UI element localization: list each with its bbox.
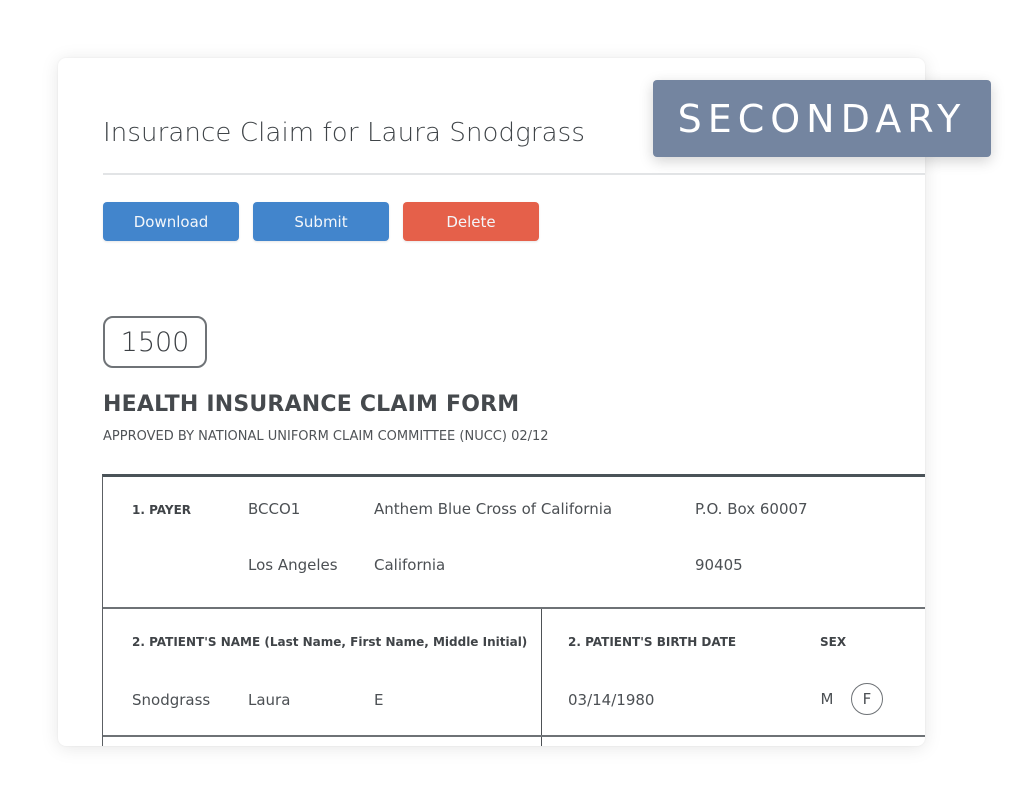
claim-card: Insurance Claim for Laura Snodgrass Down… — [58, 58, 925, 746]
payer-zip[interactable]: 90405 — [695, 556, 743, 574]
patient-last-name[interactable]: Snodgrass — [132, 691, 210, 709]
form-number-badge: 1500 — [103, 316, 207, 368]
payer-name[interactable]: Anthem Blue Cross of California — [374, 500, 612, 518]
row-divider — [103, 735, 925, 737]
payer-label: 1. PAYER — [132, 503, 192, 517]
birth-date-value[interactable]: 03/14/1980 — [568, 691, 654, 709]
column-divider — [541, 609, 542, 746]
submit-button[interactable]: Submit — [253, 202, 389, 241]
download-button[interactable]: Download — [103, 202, 239, 241]
birth-date-label: 2. PATIENT'S BIRTH DATE — [568, 635, 737, 649]
payer-code[interactable]: BCCO1 — [248, 500, 300, 518]
title-divider — [103, 173, 925, 175]
form-subheading: APPROVED BY NATIONAL UNIFORM CLAIM COMMI… — [103, 429, 549, 444]
patient-name-label: 2. PATIENT'S NAME (Last Name, First Name… — [132, 635, 528, 649]
secondary-badge: SECONDARY — [653, 80, 991, 157]
patient-first-name[interactable]: Laura — [248, 691, 290, 709]
page-title: Insurance Claim for Laura Snodgrass — [103, 118, 585, 148]
sex-label: SEX — [820, 635, 847, 649]
sex-option-female-selected[interactable]: F — [851, 683, 883, 715]
form-heading: HEALTH INSURANCE CLAIM FORM — [103, 392, 520, 417]
payer-city[interactable]: Los Angeles — [248, 556, 338, 574]
patient-middle-initial[interactable]: E — [374, 691, 383, 709]
sex-option-male[interactable]: M — [814, 683, 840, 715]
payer-address[interactable]: P.O. Box 60007 — [695, 500, 808, 518]
delete-button[interactable]: Delete — [403, 202, 539, 241]
claim-form-table: 1. PAYER BCCO1 Anthem Blue Cross of Cali… — [102, 474, 925, 746]
row-divider — [103, 607, 925, 609]
payer-state[interactable]: California — [374, 556, 445, 574]
